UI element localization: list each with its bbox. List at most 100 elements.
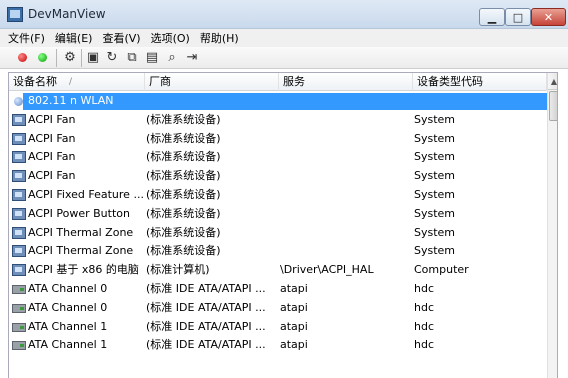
table-row[interactable]: 802.11 n WLAN xyxy=(9,92,547,111)
cell-device-name: ATA Channel 1 xyxy=(28,319,108,333)
cell-device-name: ACPI Fan xyxy=(28,112,76,126)
exit-icon[interactable]: ⇥ xyxy=(184,50,200,66)
save-icon[interactable]: ▣ xyxy=(85,50,101,66)
app-icon xyxy=(7,7,23,22)
table-row[interactable]: ACPI Fan (标准系统设备) System xyxy=(9,148,547,167)
system-device-icon xyxy=(12,264,26,277)
toolbar-separator xyxy=(81,49,82,67)
cell-service: atapi xyxy=(280,281,308,295)
cell-device-name: ATA Channel 0 xyxy=(28,300,108,314)
cell-service: \Driver\ACPI_HAL xyxy=(280,263,374,277)
column-device-type[interactable]: 设备类型代码 xyxy=(413,73,547,91)
cell-manufacturer: (标准系统设备) xyxy=(146,169,221,183)
column-manufacturer[interactable]: 厂商 xyxy=(145,73,279,91)
cell-device-name: ACPI Thermal Zone xyxy=(28,244,134,258)
export-icon[interactable]: ⚙ xyxy=(62,50,78,66)
cell-manufacturer: (标准 IDE ATA/ATAPI ... xyxy=(146,281,266,295)
cell-manufacturer: (标准 IDE ATA/ATAPI ... xyxy=(146,338,266,352)
cell-device-type: System xyxy=(414,225,456,239)
table-row[interactable]: ATA Channel 1 (标准 IDE ATA/ATAPI ... atapi h… xyxy=(9,318,547,337)
cell-device-type: System xyxy=(414,169,456,183)
ide-controller-icon xyxy=(12,341,26,351)
system-device-icon xyxy=(12,132,26,145)
cell-service: atapi xyxy=(280,319,308,333)
system-device-icon xyxy=(12,245,26,258)
table-row[interactable]: ACPI Fan (标准系统设备) System xyxy=(9,167,547,186)
menu-view[interactable]: 查看(V) xyxy=(102,30,140,46)
title-bar[interactable]: DevManView ▁ □ ✕ xyxy=(0,0,568,29)
system-device-icon xyxy=(12,170,26,183)
close-button[interactable]: ✕ xyxy=(531,8,566,26)
menu-bar: 文件(F) 编辑(E) 查看(V) 选项(O) 帮助(H) xyxy=(0,29,568,47)
menu-help[interactable]: 帮助(H) xyxy=(200,30,239,46)
cell-device-name: ACPI Fan xyxy=(28,150,76,164)
cell-device-type: System xyxy=(414,244,456,258)
cell-manufacturer: (标准系统设备) xyxy=(146,206,221,220)
table-row[interactable]: ATA Channel 1 (标准 IDE ATA/ATAPI ... atapi h… xyxy=(9,336,547,355)
cell-manufacturer: (标准系统设备) xyxy=(146,187,221,201)
window-title: DevManView xyxy=(28,7,106,21)
cell-device-type: hdc xyxy=(414,319,435,333)
system-device-icon xyxy=(12,113,26,126)
cell-manufacturer: (标准 IDE ATA/ATAPI ... xyxy=(146,319,266,333)
copy-icon[interactable]: ⧉ xyxy=(124,50,140,66)
table-row[interactable]: ATA Channel 0 (标准 IDE ATA/ATAPI ... atapi h… xyxy=(9,299,547,318)
table-row[interactable]: ATA Channel 0 (标准 IDE ATA/ATAPI ... atapi h… xyxy=(9,280,547,299)
refresh-icon[interactable]: ↻ xyxy=(104,50,120,66)
minimize-button[interactable]: ▁ xyxy=(479,8,505,26)
cell-manufacturer: (标准计算机) xyxy=(146,263,210,277)
menu-edit[interactable]: 编辑(E) xyxy=(55,30,93,46)
cell-device-name: ACPI Fixed Feature ... xyxy=(28,187,144,201)
menu-options[interactable]: 选项(O) xyxy=(151,30,190,46)
cell-device-name: ATA Channel 0 xyxy=(28,281,108,295)
cell-manufacturer: (标准系统设备) xyxy=(146,112,221,126)
system-device-icon xyxy=(12,207,26,220)
toolbar: ⚙ ▣ ↻ ⧉ ▤ ⌕ ⇥ xyxy=(0,47,568,69)
cell-device-type: hdc xyxy=(414,281,435,295)
cell-manufacturer: (标准系统设备) xyxy=(146,225,221,239)
cell-device-type: hdc xyxy=(414,338,435,352)
table-row[interactable]: ACPI Thermal Zone (标准系统设备) System xyxy=(9,224,547,243)
properties-icon[interactable]: ▤ xyxy=(144,50,160,66)
enable-device-icon[interactable] xyxy=(38,53,47,62)
cell-device-name: 802.11 n WLAN xyxy=(28,94,114,107)
scroll-up-icon[interactable]: ▲ xyxy=(548,73,557,90)
system-device-icon xyxy=(12,151,26,164)
column-device-name[interactable]: 设备名称 ∕ xyxy=(9,73,145,91)
device-list[interactable]: 设备名称 ∕ 厂商 服务 设备类型代码 802.11 n WLAN ACPI Fa… xyxy=(8,72,558,378)
cell-manufacturer: (标准系统设备) xyxy=(146,131,221,145)
rows-container: 802.11 n WLAN ACPI Fan (标准系统设备) System ACPI … xyxy=(9,92,547,355)
table-row[interactable]: ACPI Fan (标准系统设备) System xyxy=(9,130,547,149)
table-row[interactable]: ACPI Fixed Feature ... (标准系统设备) System xyxy=(9,186,547,205)
cell-device-name: ACPI Thermal Zone xyxy=(28,225,134,239)
cell-service: atapi xyxy=(280,338,308,352)
system-device-icon xyxy=(12,188,26,201)
table-row[interactable]: ACPI Thermal Zone (标准系统设备) System xyxy=(9,242,547,261)
cell-device-name: ACPI 基于 x86 的电脑 xyxy=(28,263,139,277)
ide-controller-icon xyxy=(12,322,26,332)
menu-file[interactable]: 文件(F) xyxy=(8,30,45,46)
cell-manufacturer: (标准系统设备) xyxy=(146,150,221,164)
system-device-icon xyxy=(12,226,26,239)
table-row[interactable]: ACPI Fan (标准系统设备) System xyxy=(9,111,547,130)
wlan-icon xyxy=(14,97,23,106)
cell-device-name: ACPI Fan xyxy=(28,169,76,183)
ide-controller-icon xyxy=(12,284,26,294)
cell-manufacturer: (标准 IDE ATA/ATAPI ... xyxy=(146,300,266,314)
cell-device-name: ACPI Fan xyxy=(28,131,76,145)
table-row[interactable]: ACPI 基于 x86 的电脑 (标准计算机) \Driver\ACPI_HAL Co… xyxy=(9,261,547,280)
cell-device-name: ATA Channel 1 xyxy=(28,338,108,352)
ide-controller-icon xyxy=(12,303,26,313)
find-icon[interactable]: ⌕ xyxy=(164,50,180,66)
maximize-button[interactable]: □ xyxy=(505,8,531,26)
scroll-thumb[interactable] xyxy=(549,91,557,121)
cell-device-type: System xyxy=(414,206,456,220)
column-service[interactable]: 服务 xyxy=(279,73,413,91)
cell-device-type: System xyxy=(414,150,456,164)
table-row[interactable]: ACPI Power Button (标准系统设备) System xyxy=(9,205,547,224)
cell-device-type: hdc xyxy=(414,300,435,314)
sort-arrow-icon: ∕ xyxy=(69,77,73,87)
column-header: 设备名称 ∕ 厂商 服务 设备类型代码 xyxy=(9,73,547,91)
disable-device-icon[interactable] xyxy=(18,53,27,62)
vertical-scrollbar[interactable]: ▲ xyxy=(547,73,557,378)
